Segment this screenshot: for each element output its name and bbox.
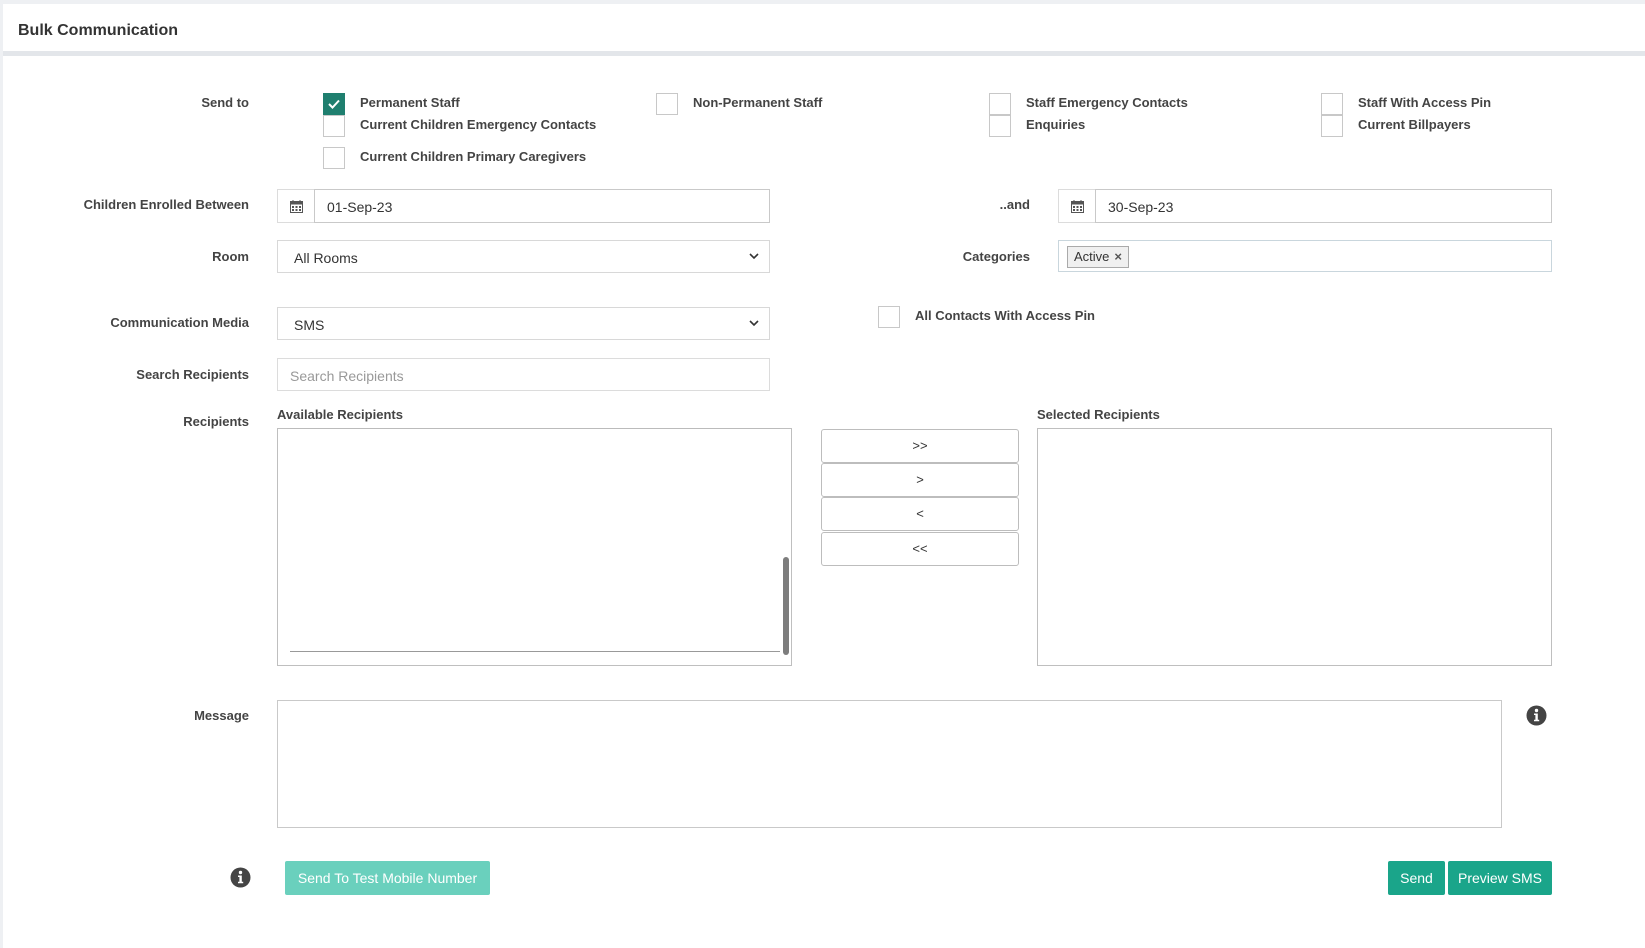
available-recipients-label: Available Recipients (277, 407, 403, 422)
enrolled-from-date-input[interactable]: 01-Sep-23 (314, 189, 770, 223)
category-tag-active[interactable]: Active × (1067, 246, 1129, 268)
permanent-staff-checkbox[interactable] (323, 93, 345, 115)
send-to-test-mobile-button[interactable]: Send To Test Mobile Number (285, 861, 490, 895)
all-contacts-access-pin-checkbox[interactable] (878, 306, 900, 328)
move-left-button[interactable]: < (821, 497, 1019, 531)
send-button[interactable]: Send (1388, 861, 1445, 895)
chevron-down-icon (749, 253, 759, 260)
category-tag-label: Active (1074, 249, 1110, 264)
current-children-primary-caregivers-checkbox[interactable] (323, 147, 345, 169)
message-label: Message (194, 708, 249, 723)
staff-with-access-pin-label: Staff With Access Pin (1358, 95, 1492, 110)
enrolled-to-date-value: 30-Sep-23 (1108, 199, 1174, 215)
move-all-left-button[interactable]: << (821, 532, 1019, 566)
preview-sms-button[interactable]: Preview SMS (1448, 861, 1552, 895)
children-enrolled-between-label: Children Enrolled Between (83, 197, 249, 212)
from-date-calendar-button[interactable] (277, 189, 315, 223)
selected-recipients-list[interactable] (1037, 428, 1552, 666)
non-permanent-staff-checkbox[interactable] (656, 93, 678, 115)
all-contacts-access-pin-label: All Contacts With Access Pin (915, 308, 1095, 323)
move-all-right-button[interactable]: >> (821, 429, 1019, 463)
page-title: Bulk Communication (18, 22, 179, 39)
move-right-button[interactable]: > (821, 463, 1019, 497)
permanent-staff-label: Permanent Staff (360, 95, 460, 110)
current-billpayers-label: Current Billpayers (1358, 117, 1471, 132)
categories-label: Categories (962, 249, 1030, 264)
to-date-calendar-button[interactable] (1058, 189, 1096, 223)
enrolled-from-date-value: 01-Sep-23 (327, 199, 393, 215)
room-select-value: All Rooms (294, 250, 358, 266)
search-recipients-label: Search Recipients (136, 367, 249, 382)
categories-multiselect[interactable]: Active × (1058, 240, 1552, 272)
current-children-primary-caregivers-label: Current Children Primary Caregivers (360, 149, 587, 164)
room-select[interactable]: All Rooms (277, 240, 770, 273)
current-billpayers-checkbox[interactable] (1321, 115, 1343, 137)
selected-recipients-label: Selected Recipients (1037, 407, 1160, 422)
non-permanent-staff-label: Non-Permanent Staff (693, 95, 823, 110)
chevron-down-icon (749, 320, 759, 327)
search-recipients-input[interactable]: Search Recipients (277, 358, 770, 391)
horizontal-scrollbar[interactable] (290, 651, 780, 652)
communication-media-label: Communication Media (110, 315, 249, 330)
vertical-scrollbar-thumb[interactable] (783, 557, 789, 655)
send-to-label: Send to (201, 95, 249, 110)
list-top-edge (290, 428, 780, 429)
recipients-label: Recipients (183, 414, 249, 429)
info-icon[interactable] (1526, 705, 1547, 726)
check-icon (328, 99, 340, 109)
close-icon[interactable]: × (1114, 249, 1122, 264)
staff-emergency-contacts-label: Staff Emergency Contacts (1026, 95, 1188, 110)
room-label: Room (212, 249, 249, 264)
message-textarea[interactable] (277, 700, 1502, 828)
search-recipients-placeholder: Search Recipients (290, 368, 404, 384)
communication-media-value: SMS (294, 317, 325, 333)
enquiries-checkbox[interactable] (989, 115, 1011, 137)
and-label: ..and (999, 197, 1030, 212)
available-recipients-list[interactable] (277, 428, 792, 666)
communication-media-select[interactable]: SMS (277, 307, 770, 340)
staff-with-access-pin-checkbox[interactable] (1321, 93, 1343, 115)
current-children-emergency-contacts-label: Current Children Emergency Contacts (360, 117, 597, 132)
info-icon[interactable] (230, 867, 251, 888)
calendar-icon (290, 200, 303, 213)
staff-emergency-contacts-checkbox[interactable] (989, 93, 1011, 115)
panel-header: Bulk Communication (3, 4, 1645, 56)
enrolled-to-date-input[interactable]: 30-Sep-23 (1095, 189, 1552, 223)
calendar-icon (1071, 200, 1084, 213)
current-children-emergency-contacts-checkbox[interactable] (323, 115, 345, 137)
enquiries-label: Enquiries (1026, 117, 1086, 132)
